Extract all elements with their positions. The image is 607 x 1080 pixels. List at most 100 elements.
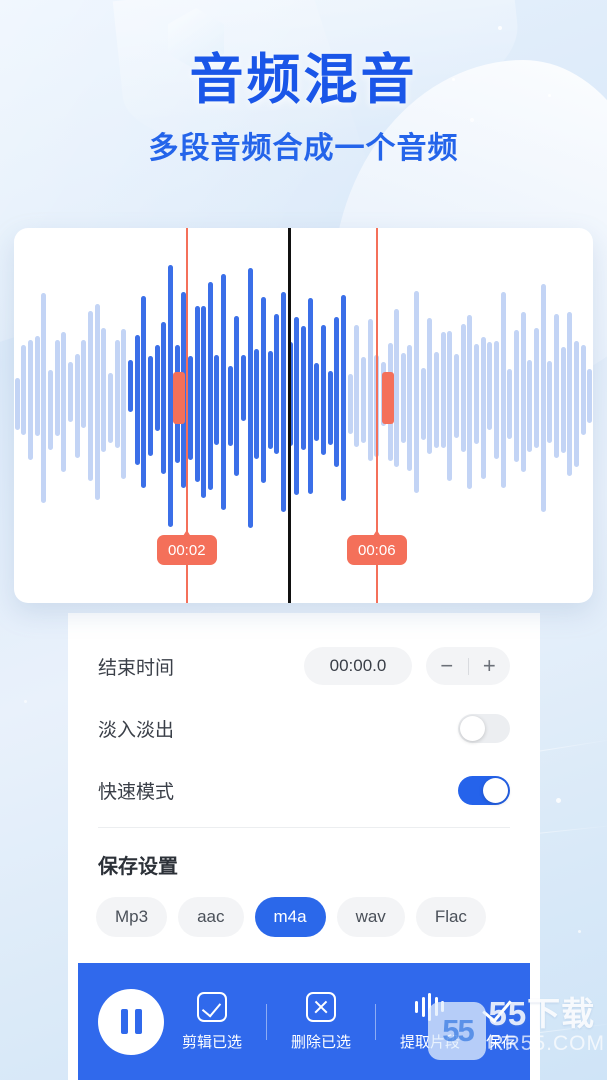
waveform-bar bbox=[347, 374, 353, 434]
waveform-card[interactable]: 00:02 00:06 bbox=[14, 228, 593, 603]
waveform-bar bbox=[467, 315, 473, 489]
waveform-bar bbox=[414, 291, 420, 493]
end-time-stepper: − + bbox=[426, 647, 510, 685]
setting-row-fade: 淡入淡出 bbox=[68, 697, 540, 759]
waveform-bar bbox=[94, 304, 100, 500]
waveform-bar bbox=[74, 354, 80, 458]
sparkle-dot bbox=[24, 700, 27, 703]
waveform-bar bbox=[547, 361, 553, 443]
waveform-bar bbox=[88, 311, 94, 481]
waveform-bar bbox=[81, 340, 87, 428]
waveform-bar bbox=[294, 317, 300, 495]
waveform-bar bbox=[507, 369, 513, 439]
waveform-bar bbox=[527, 360, 533, 452]
waveform-bar bbox=[147, 356, 153, 456]
waveform-bar bbox=[161, 322, 167, 474]
waveform-bar bbox=[261, 297, 267, 483]
fast-mode-toggle[interactable] bbox=[458, 775, 510, 805]
playhead-marker[interactable] bbox=[288, 228, 291, 603]
waveform-bar bbox=[513, 330, 519, 462]
waveform-bar bbox=[360, 357, 366, 443]
waveform-bar bbox=[21, 345, 27, 435]
waveform-bar bbox=[127, 360, 133, 412]
end-time-badge: 00:06 bbox=[347, 535, 407, 565]
waveform-bar bbox=[34, 336, 40, 436]
waveform-bar bbox=[281, 292, 287, 512]
page-subtitle: 多段音频合成一个音频 bbox=[148, 131, 459, 165]
waveform-bar bbox=[207, 282, 213, 490]
end-time-value[interactable]: 00:00.0 bbox=[304, 647, 412, 685]
waveform-bar bbox=[540, 284, 546, 512]
waveform-bar bbox=[14, 378, 20, 430]
waveform-bar bbox=[48, 370, 54, 450]
waveform-bar bbox=[267, 351, 273, 449]
setting-row-end-time: 结束时间 00:00.0 − + bbox=[68, 635, 540, 697]
end-time-increment-button[interactable]: + bbox=[469, 655, 511, 677]
waveform-bar bbox=[500, 292, 506, 488]
fade-toggle[interactable] bbox=[458, 713, 510, 743]
format-chip-group: Mp3 aac m4a wav Flac bbox=[68, 879, 540, 937]
waveform-bar bbox=[580, 345, 586, 435]
delete-selected-label: 删除已选 bbox=[290, 1034, 351, 1051]
format-chip-wav[interactable]: wav bbox=[336, 897, 405, 937]
waveform-bar bbox=[327, 371, 333, 445]
setting-row-fast-mode: 快速模式 bbox=[68, 759, 540, 821]
save-settings-title: 保存设置 bbox=[98, 856, 178, 878]
selection-end-handle[interactable] bbox=[382, 372, 394, 424]
waveform-bar bbox=[420, 368, 426, 440]
trim-selected-button[interactable]: 剪辑已选 bbox=[182, 991, 242, 1052]
waveform-bar bbox=[114, 340, 120, 448]
waveform-bar bbox=[587, 369, 593, 423]
header: 音频混音 多段音频合成一个音频 bbox=[0, 52, 607, 167]
pause-bar-left bbox=[120, 1009, 128, 1034]
waveform-bar bbox=[221, 274, 227, 510]
start-time-badge: 00:02 bbox=[157, 535, 217, 565]
waveform-bar bbox=[474, 344, 480, 444]
waveform-bar bbox=[307, 298, 313, 494]
waveform-bar bbox=[214, 355, 220, 445]
waveform-bar bbox=[400, 353, 406, 443]
waveform-bar bbox=[480, 337, 486, 479]
waveform-bar bbox=[553, 314, 559, 458]
waveform-bars-container[interactable] bbox=[14, 228, 593, 603]
waveform-bar bbox=[134, 335, 140, 465]
waveform-bar bbox=[367, 319, 373, 461]
toggle-knob bbox=[483, 777, 508, 803]
page-title: 音频混音 bbox=[189, 50, 418, 110]
end-time-decrement-button[interactable]: − bbox=[426, 655, 468, 677]
action-divider bbox=[265, 1003, 267, 1040]
sparkle-dot bbox=[578, 930, 581, 933]
fast-mode-label: 快速模式 bbox=[98, 781, 175, 803]
sparkle-dot bbox=[556, 798, 561, 803]
selection-start-handle[interactable] bbox=[173, 372, 185, 424]
waveform-bar bbox=[108, 373, 113, 443]
waveform-bar bbox=[101, 328, 107, 452]
format-chip-m4a[interactable]: m4a bbox=[254, 897, 326, 937]
waveform-bar bbox=[447, 331, 453, 481]
waveform-bar bbox=[320, 325, 326, 455]
close-box-icon bbox=[305, 991, 336, 1022]
waveform-bar bbox=[454, 354, 460, 438]
waveform-bar bbox=[141, 296, 147, 488]
waveform-bar bbox=[41, 293, 47, 503]
waveform-bar bbox=[227, 366, 233, 446]
waveform-bar bbox=[187, 356, 193, 460]
waveform-bar bbox=[494, 341, 499, 459]
delete-selected-button[interactable]: 删除已选 bbox=[291, 991, 351, 1052]
format-chip-flac[interactable]: Flac bbox=[415, 897, 486, 937]
waveform-bar bbox=[340, 295, 346, 501]
waveform-bar bbox=[301, 326, 306, 450]
waveform-bar bbox=[247, 268, 253, 528]
waveform-bar bbox=[573, 341, 579, 467]
waveform-bar bbox=[407, 345, 413, 471]
waveform-bar bbox=[394, 309, 400, 467]
waveform-bar bbox=[254, 349, 260, 459]
format-chip-aac[interactable]: aac bbox=[178, 897, 244, 937]
waveform-bar bbox=[68, 362, 74, 422]
setting-row-partial-hidden bbox=[68, 613, 540, 635]
waveform-bar bbox=[533, 328, 539, 448]
watermark-main-text: 55下载 bbox=[488, 995, 596, 1032]
waveform-bar bbox=[487, 342, 493, 430]
format-chip-mp3[interactable]: Mp3 bbox=[96, 897, 168, 937]
pause-button[interactable] bbox=[98, 988, 164, 1055]
